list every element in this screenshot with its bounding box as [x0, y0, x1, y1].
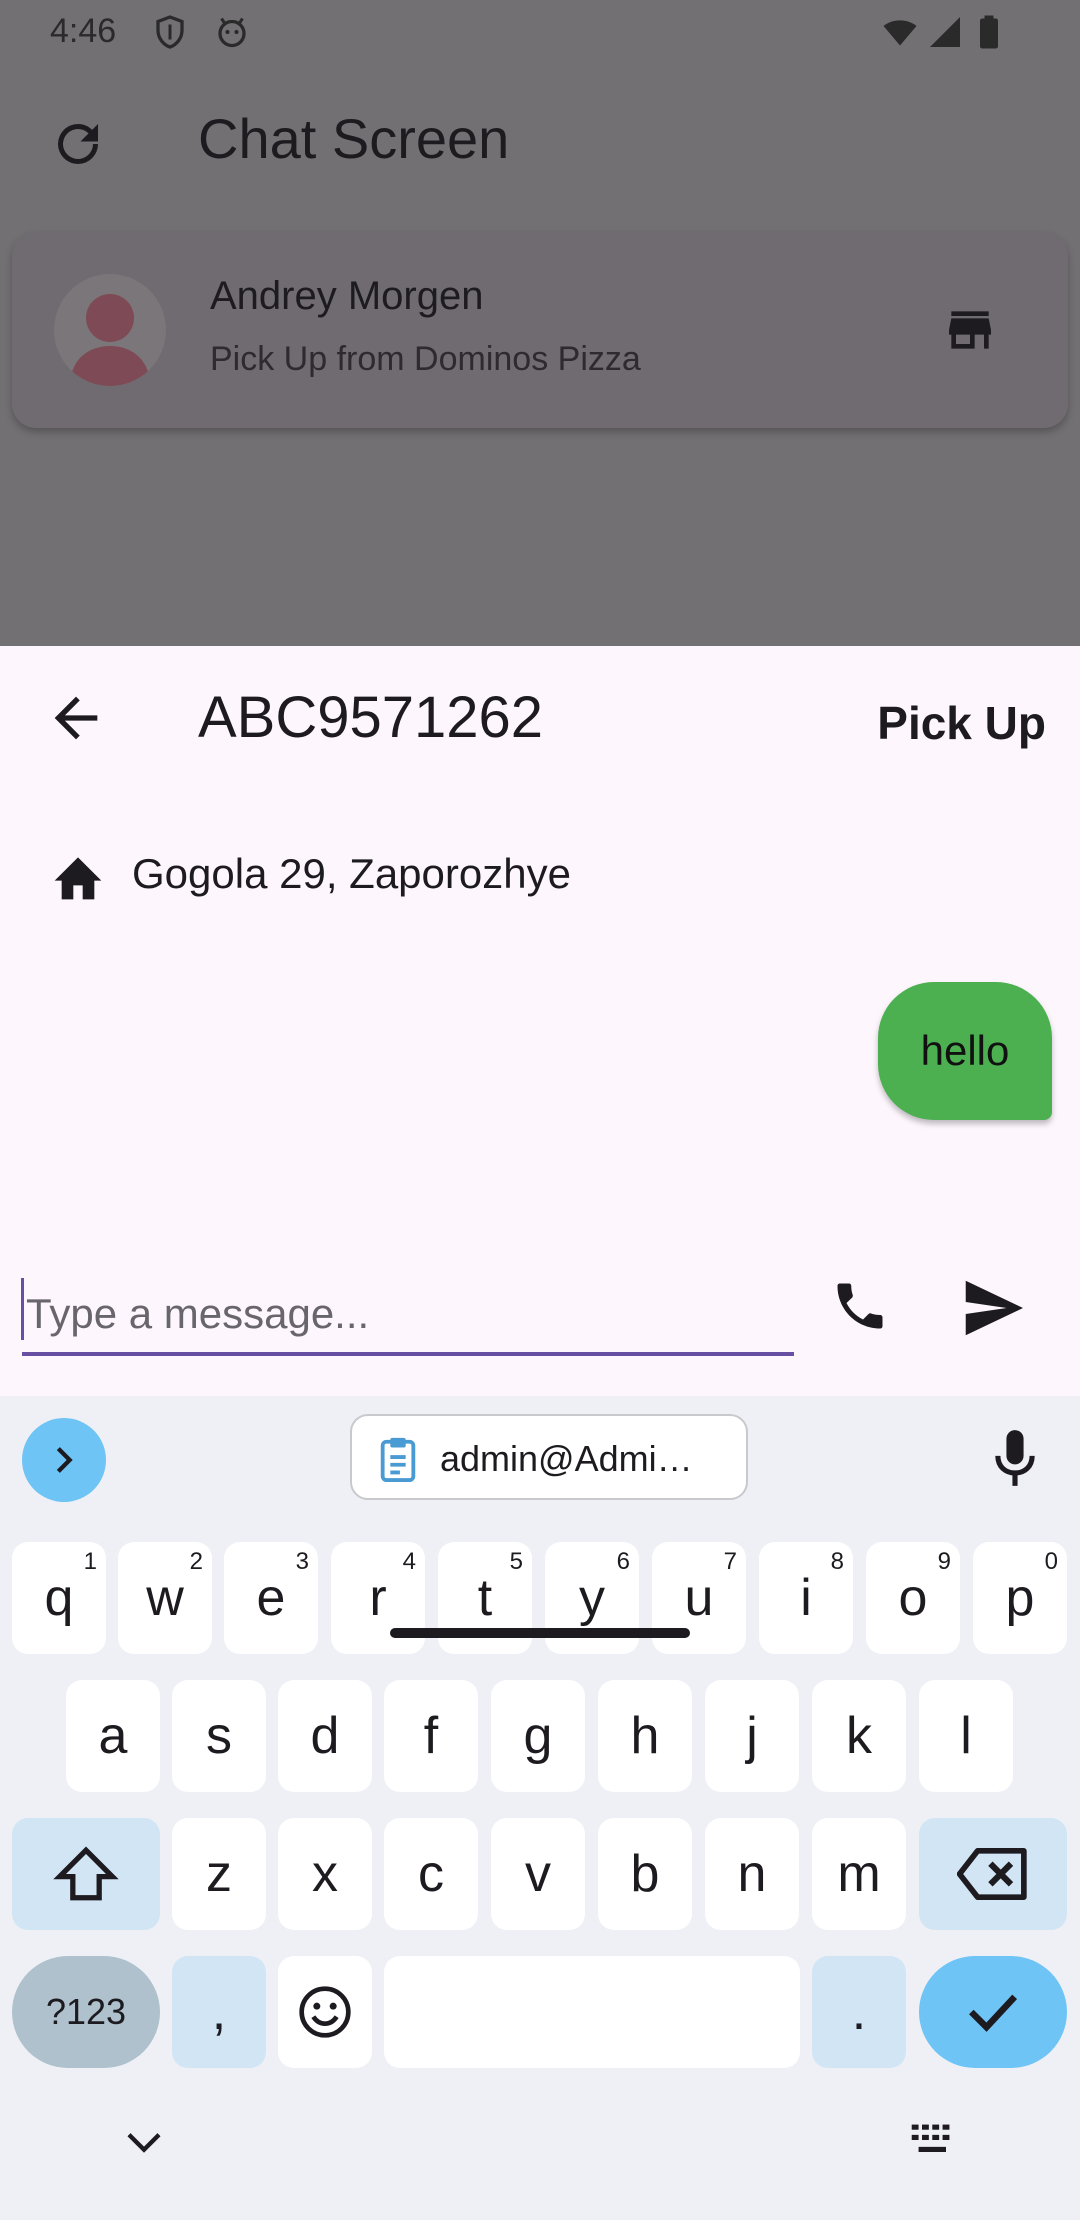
status-time: 4:46: [50, 12, 117, 50]
key-b[interactable]: b: [598, 1818, 692, 1930]
phone-icon[interactable]: [830, 1276, 890, 1336]
backspace-key[interactable]: [919, 1818, 1067, 1930]
order-chat-sheet: ABC9571262 Pick Up Gogola 29, Zaporozhye…: [0, 646, 1080, 1396]
key-z[interactable]: z: [172, 1818, 266, 1930]
contact-subtitle: Pick Up from Dominos Pizza: [210, 340, 641, 378]
page-title: Chat Screen: [198, 107, 510, 170]
delivery-address: Gogola 29, Zaporozhye: [132, 850, 571, 897]
keyboard-switch-icon[interactable]: [910, 2122, 958, 2158]
key-n[interactable]: n: [705, 1818, 799, 1930]
person-icon: [70, 294, 150, 386]
key-f[interactable]: f: [384, 1680, 478, 1792]
chevron-right-icon: [56, 1447, 73, 1473]
key-o[interactable]: o9: [866, 1542, 960, 1654]
shift-key[interactable]: [12, 1818, 160, 1930]
key-p[interactable]: p0: [973, 1542, 1067, 1654]
backspace-icon: [957, 1848, 1027, 1900]
hide-keyboard-chevron-icon[interactable]: [124, 2128, 164, 2158]
key-j[interactable]: j: [705, 1680, 799, 1792]
soft-keyboard: admin@Admi… q1 w2 e3 r4 t5 y6 u7 i8 o9 p…: [0, 1396, 1080, 2220]
shield-icon: [156, 15, 184, 49]
space-key[interactable]: [384, 1956, 800, 2068]
keyboard-toolbar-expand-button[interactable]: [22, 1418, 106, 1502]
signal-icon: [930, 17, 960, 47]
enter-key[interactable]: [919, 1956, 1067, 2068]
chat-card[interactable]: Andrey Morgen Pick Up from Dominos Pizza: [12, 232, 1068, 428]
key-v[interactable]: v: [491, 1818, 585, 1930]
emoji-icon: [299, 1986, 351, 2038]
battery-icon: [980, 15, 998, 49]
pickup-label: Pick Up: [877, 697, 1046, 749]
order-id: ABC9571262: [198, 685, 544, 750]
key-m[interactable]: m: [812, 1818, 906, 1930]
key-k[interactable]: k: [812, 1680, 906, 1792]
key-e[interactable]: e3: [224, 1542, 318, 1654]
comma-key[interactable]: ,: [172, 1956, 266, 2068]
key-h[interactable]: h: [598, 1680, 692, 1792]
clipboard-text: admin@Admi…: [440, 1438, 693, 1479]
text-caret: [21, 1278, 24, 1340]
key-c[interactable]: c: [384, 1818, 478, 1930]
key-d[interactable]: d: [278, 1680, 372, 1792]
period-key[interactable]: .: [812, 1956, 906, 2068]
clipboard-icon: [380, 1437, 416, 1482]
gesture-home-indicator[interactable]: [390, 1628, 690, 1638]
send-icon[interactable]: [960, 1278, 1026, 1338]
microphone-icon[interactable]: [990, 1428, 1040, 1488]
key-g[interactable]: g: [491, 1680, 585, 1792]
store-icon: [949, 311, 991, 349]
app-bar: Chat Screen: [0, 66, 1080, 216]
clipboard-suggestion-chip[interactable]: admin@Admi…: [350, 1414, 748, 1500]
emoji-key[interactable]: [278, 1956, 372, 2068]
key-l[interactable]: l: [919, 1680, 1013, 1792]
android-face-icon: [218, 17, 246, 48]
message-bubble-sent: hello: [878, 982, 1052, 1120]
background-app: 4:46 Chat Screen Andrey Morgen Pick Up f…: [0, 0, 1080, 646]
contact-name: Andrey Morgen: [210, 274, 484, 318]
key-w[interactable]: w2: [118, 1542, 212, 1654]
shift-arrow-icon: [53, 1846, 119, 1901]
status-bar: 4:46: [0, 0, 1080, 66]
key-x[interactable]: x: [278, 1818, 372, 1930]
wifi-icon: [883, 20, 917, 46]
message-input[interactable]: [22, 1276, 794, 1356]
symbols-key[interactable]: ?123: [12, 1956, 160, 2068]
avatar: [54, 274, 166, 386]
key-i[interactable]: i8: [759, 1542, 853, 1654]
key-s[interactable]: s: [172, 1680, 266, 1792]
refresh-icon[interactable]: [48, 114, 108, 174]
key-a[interactable]: a: [66, 1680, 160, 1792]
check-icon: [969, 1994, 1018, 2032]
home-icon: [54, 857, 102, 900]
back-arrow-icon[interactable]: [44, 686, 108, 750]
key-q[interactable]: q1: [12, 1542, 106, 1654]
